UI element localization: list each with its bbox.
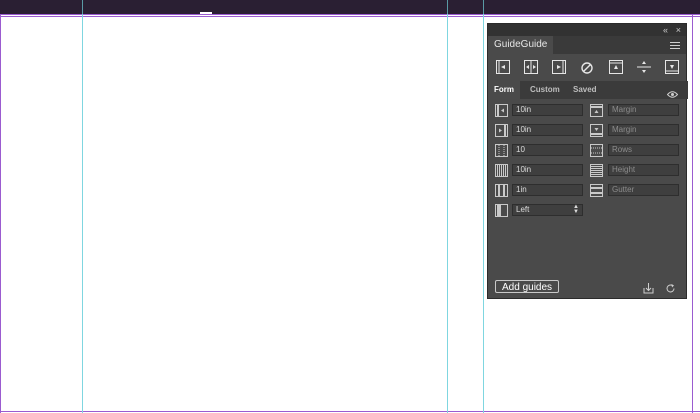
column-guide bbox=[483, 0, 484, 413]
column-margin-right-icon bbox=[495, 124, 508, 137]
column-guide bbox=[447, 0, 448, 413]
guide-tools bbox=[488, 60, 688, 78]
rows-icon bbox=[590, 144, 603, 157]
right-edge-tool-icon[interactable] bbox=[552, 60, 566, 74]
row-margin-top-icon bbox=[590, 104, 603, 117]
ruler-tick bbox=[447, 0, 448, 14]
left-edge-tool-icon[interactable] bbox=[496, 60, 510, 74]
column-width-input[interactable]: 10in bbox=[512, 164, 583, 176]
vertical-midpoint-tool-icon[interactable] bbox=[524, 60, 538, 74]
collapse-icon[interactable]: « bbox=[663, 24, 668, 36]
columns-icon bbox=[495, 144, 508, 157]
row-height-input[interactable]: Height bbox=[608, 164, 679, 176]
ruler-tick bbox=[82, 0, 83, 14]
import-icon[interactable] bbox=[643, 281, 654, 294]
column-position-value: Left bbox=[516, 205, 530, 214]
tab-saved[interactable]: Saved bbox=[573, 81, 597, 99]
ruler-bar bbox=[0, 0, 700, 14]
row-margin-top-input[interactable]: Margin bbox=[608, 104, 679, 116]
visibility-eye-icon[interactable] bbox=[666, 85, 679, 98]
tab-form[interactable]: Form bbox=[488, 81, 520, 99]
top-edge-tool-icon[interactable] bbox=[609, 60, 623, 74]
clear-guides-icon[interactable] bbox=[581, 61, 593, 74]
column-position-icon bbox=[495, 204, 508, 217]
top-page-edge bbox=[0, 14, 700, 15]
stepper-arrows-icon[interactable]: ▲ ▼ bbox=[573, 204, 579, 215]
row-height-icon bbox=[590, 164, 603, 177]
column-margin-right-input[interactable]: 10in bbox=[512, 124, 583, 136]
top-guide-line bbox=[0, 16, 700, 17]
add-guides-button[interactable]: Add guides bbox=[495, 280, 560, 293]
bottom-page-edge bbox=[0, 411, 700, 412]
column-position-select[interactable]: Left ▲ ▼ bbox=[512, 204, 583, 216]
hamburger-menu-icon[interactable] bbox=[670, 40, 680, 50]
bottom-edge-tool-icon[interactable] bbox=[665, 60, 679, 74]
right-page-edge bbox=[692, 14, 693, 413]
panel-top-strip: « × bbox=[488, 24, 686, 36]
column-guide bbox=[82, 0, 83, 413]
panel-title[interactable]: GuideGuide bbox=[488, 36, 554, 54]
column-width-icon bbox=[495, 164, 508, 177]
ruler-tick bbox=[483, 0, 484, 14]
row-margin-bottom-input[interactable]: Margin bbox=[608, 124, 679, 136]
column-gutter-input[interactable]: 1in bbox=[512, 184, 583, 196]
rows-count-input[interactable]: Rows bbox=[608, 144, 679, 156]
column-margin-icon bbox=[495, 104, 508, 117]
row-gutter-input[interactable]: Gutter bbox=[608, 184, 679, 196]
panel-tabs: Form Custom Saved bbox=[488, 81, 688, 99]
left-page-edge bbox=[0, 14, 1, 413]
horizontal-midpoint-tool-icon[interactable] bbox=[637, 60, 651, 74]
tab-custom[interactable]: Custom bbox=[530, 81, 560, 99]
panel-titlebar: GuideGuide bbox=[488, 36, 686, 54]
columns-count-input[interactable]: 10 bbox=[512, 144, 583, 156]
column-margin-left-input[interactable]: 10in bbox=[512, 104, 583, 116]
column-gutter-icon bbox=[495, 184, 508, 197]
guideguide-panel: « × GuideGuide Form Custom Saved 10in 10… bbox=[487, 23, 688, 299]
refresh-icon[interactable] bbox=[665, 281, 676, 293]
row-gutter-icon bbox=[590, 184, 603, 197]
row-margin-bottom-icon bbox=[590, 124, 603, 137]
close-icon[interactable]: × bbox=[676, 24, 681, 36]
